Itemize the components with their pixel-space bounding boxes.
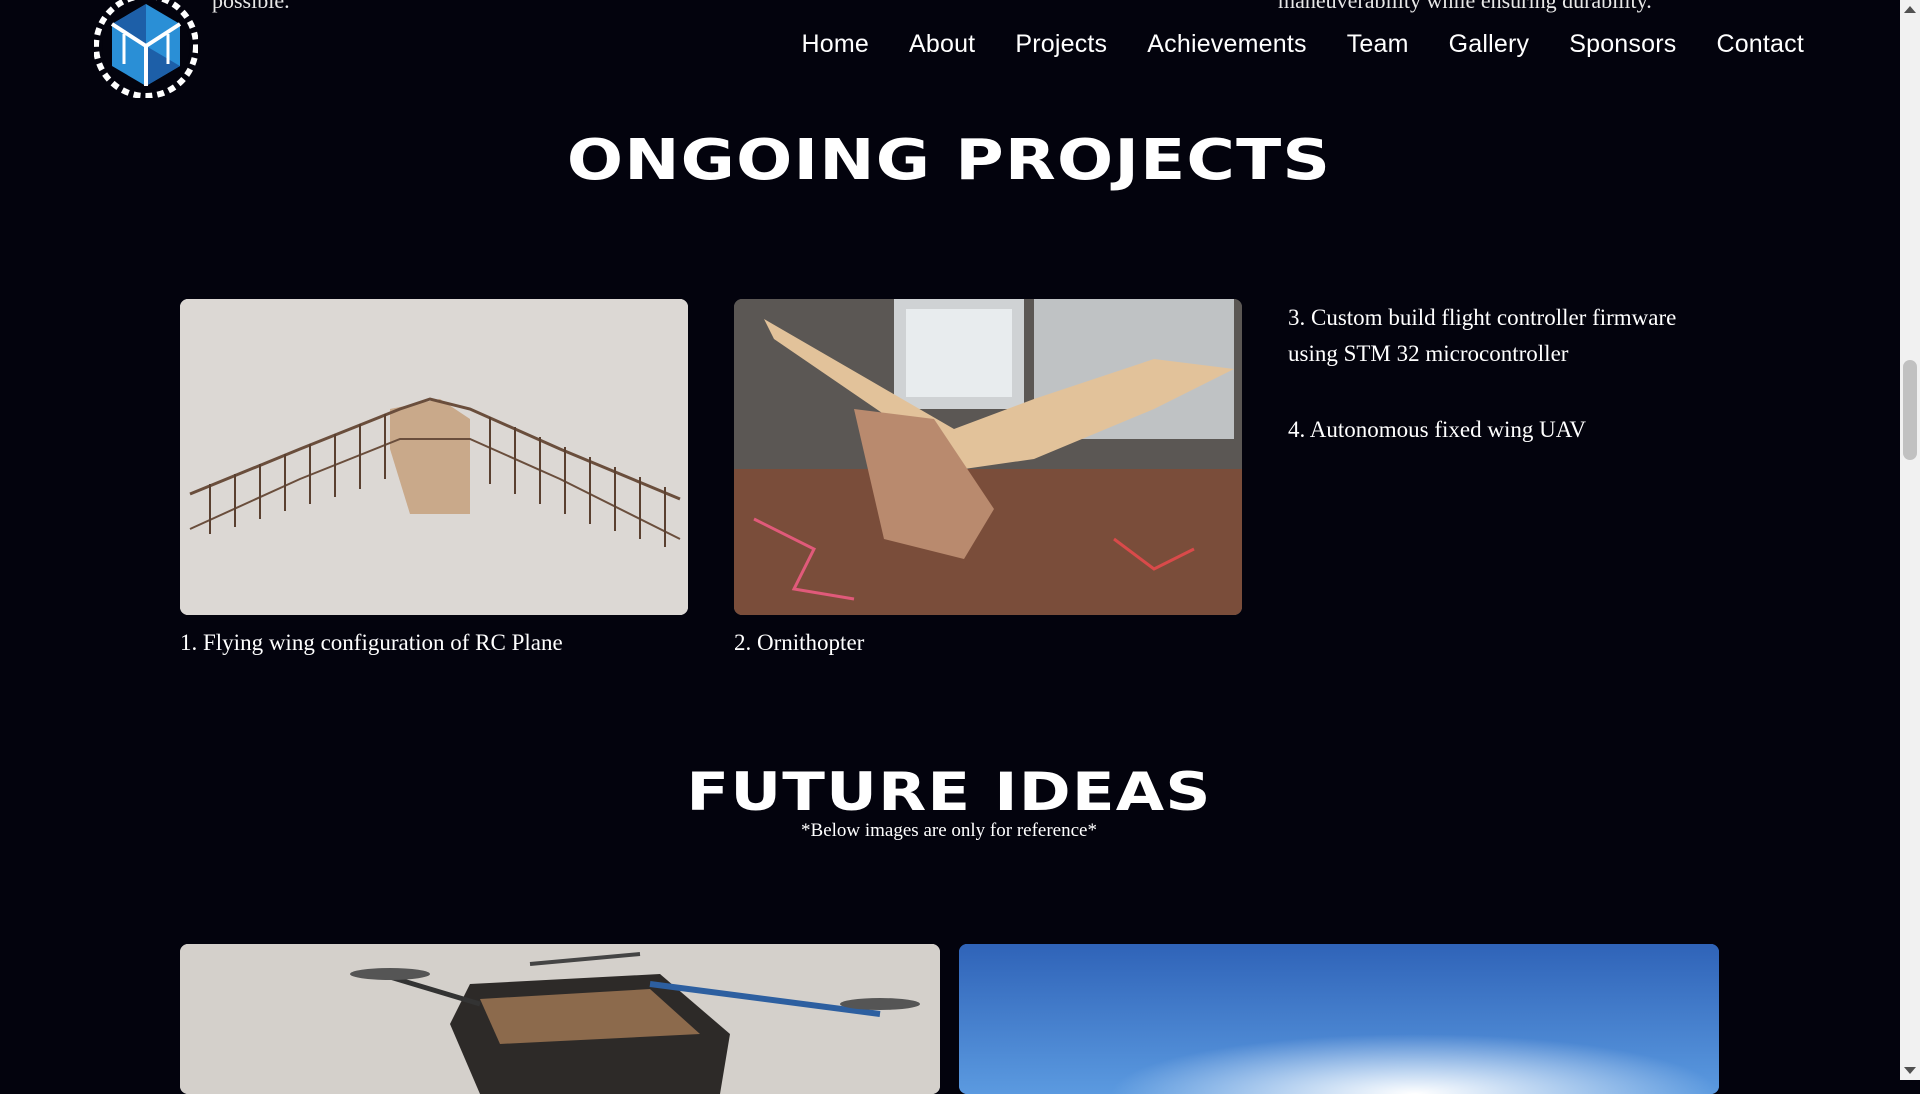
ornithopter-image — [734, 299, 1242, 615]
gear-logo-icon — [93, 0, 199, 99]
sky-illustration — [959, 944, 1719, 1094]
flying-wing-illustration — [180, 299, 688, 615]
project-caption-1: 1. Flying wing configuration of RC Plane — [180, 630, 563, 655]
project-item-4: 4. Autonomous fixed wing UAV — [1288, 417, 1586, 442]
project-list-text: 3. Custom build flight controller firmwa… — [1288, 300, 1728, 488]
project-caption-2: 2. Ornithopter — [734, 630, 865, 655]
page-scrollbar[interactable] — [1900, 0, 1920, 1080]
nav-team[interactable]: Team — [1347, 30, 1409, 59]
scroll-thumb[interactable] — [1903, 360, 1917, 460]
project-item-3: 3. Custom build flight controller firmwa… — [1288, 305, 1677, 366]
club-logo[interactable] — [93, 0, 199, 99]
future-sky-image — [959, 944, 1719, 1094]
nav-about[interactable]: About — [909, 30, 975, 59]
drone-illustration — [180, 944, 940, 1094]
reference-note: *Below images are only for reference* — [801, 820, 1097, 841]
previous-section-text-left: possible. — [212, 0, 290, 13]
nav-home[interactable]: Home — [802, 30, 870, 59]
ongoing-projects-title: ONGOING PROJECTS — [566, 128, 1332, 193]
scroll-down-icon[interactable] — [1904, 1067, 1916, 1074]
future-drone-image — [180, 944, 940, 1094]
main-nav: Home About Projects Achievements Team Ga… — [802, 30, 1805, 59]
nav-gallery[interactable]: Gallery — [1449, 30, 1530, 59]
nav-contact[interactable]: Contact — [1716, 30, 1804, 59]
nav-projects[interactable]: Projects — [1015, 30, 1107, 59]
ornithopter-illustration — [734, 299, 1242, 615]
future-ideas-title: FUTURE IDEAS — [686, 762, 1212, 823]
nav-achievements[interactable]: Achievements — [1147, 30, 1306, 59]
scroll-up-icon[interactable] — [1904, 6, 1916, 13]
previous-section-text-right: maneuverability while ensuring durabilit… — [1278, 0, 1652, 13]
flying-wing-image — [180, 299, 688, 615]
nav-sponsors[interactable]: Sponsors — [1569, 30, 1676, 59]
